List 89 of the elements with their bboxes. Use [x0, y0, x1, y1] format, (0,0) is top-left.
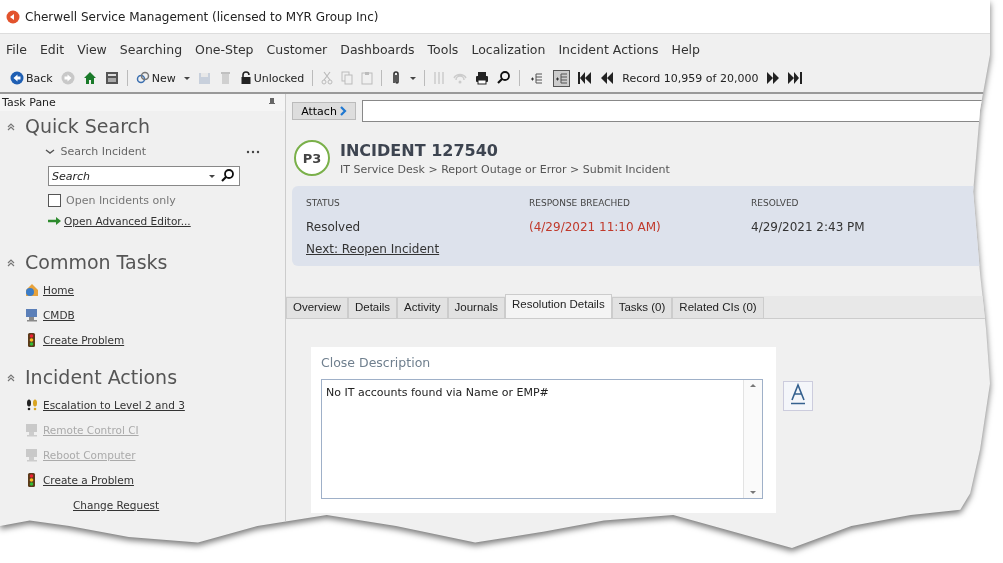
computer-icon	[25, 422, 39, 437]
text-value: No IT accounts found via Name or EMP#	[325, 385, 550, 401]
text-area[interactable]: No IT accounts found via Name or EMP#	[321, 379, 763, 499]
scroll-down-icon[interactable]	[750, 491, 756, 495]
scroll-up-icon[interactable]	[750, 383, 756, 387]
collapse-icon[interactable]	[7, 257, 15, 267]
field-value: Resolved	[306, 220, 362, 234]
letter-icon	[789, 383, 807, 405]
search-scope[interactable]: Search Incident	[45, 145, 147, 158]
checkbox-label: Open Incidents only	[66, 194, 176, 207]
menu-item[interactable]: Dashboards	[340, 41, 415, 57]
search-input[interactable]: Search	[49, 168, 209, 184]
checkbox[interactable]	[48, 194, 61, 207]
font-button[interactable]	[783, 381, 813, 411]
field-value: 4/29/2021 2:43 PM	[751, 220, 866, 234]
editor-link[interactable]: Open Advanced Editor...	[64, 215, 191, 227]
collapse-icon[interactable]	[7, 121, 15, 131]
chevron-icon	[339, 106, 347, 116]
tab[interactable]: Tasks (0)	[611, 297, 673, 318]
window-title: Cherwell Service Management (licensed to MYR Group Inc)	[25, 9, 379, 24]
task-link[interactable]: Escalation to Level 2 and 3	[43, 398, 185, 411]
search-icon[interactable]	[497, 71, 512, 85]
menu-item[interactable]: Localization	[471, 41, 546, 57]
new-icon	[135, 71, 150, 85]
incident-title: INCIDENT 127540	[340, 140, 499, 160]
task-link[interactable]: Create a Problem	[43, 473, 134, 486]
indent-icon	[555, 71, 569, 85]
home-icon[interactable]	[82, 71, 97, 85]
menu-item[interactable]: Help	[671, 41, 700, 57]
attach-button[interactable]: Attach	[292, 102, 356, 120]
tab[interactable]: Details	[347, 297, 398, 318]
field-label: Close Description	[321, 355, 432, 370]
chevron-icon	[45, 148, 55, 155]
menu-item[interactable]: Incident Actions	[558, 41, 659, 57]
field-label: RESOLVED	[751, 198, 800, 208]
menu-item[interactable]: Searching	[119, 41, 183, 57]
arrow-icon	[48, 217, 61, 225]
first-record-icon[interactable]	[578, 71, 593, 85]
search-field[interactable]: Search	[48, 166, 240, 186]
breadcrumb: IT Service Desk > Report Outage or Error > Submit Incident	[340, 162, 670, 176]
new-button[interactable]: New	[135, 71, 176, 85]
collapse-icon[interactable]	[7, 372, 15, 382]
record-counter: Record 10,959 of 20,000	[622, 71, 759, 85]
toggle-button[interactable]	[553, 69, 571, 87]
section-title[interactable]: Common Tasks	[25, 251, 168, 273]
printer-icon[interactable]	[475, 71, 490, 85]
scrollbar[interactable]	[743, 380, 762, 498]
pane-title: Task Pane	[2, 96, 56, 109]
footprints-icon	[25, 397, 39, 412]
grid-icon[interactable]	[104, 71, 119, 85]
logo-icon	[6, 9, 20, 24]
section-title[interactable]: Quick Search	[25, 115, 151, 137]
task-link[interactable]: Create Problem	[43, 333, 125, 346]
field-value: (4/29/2021 11:10 AM)	[529, 220, 662, 234]
tab[interactable]: Activity	[397, 297, 448, 318]
task-link[interactable]: Change Request	[73, 498, 160, 511]
lock-button[interactable]: Unlocked	[239, 71, 305, 85]
last-record-icon[interactable]	[788, 71, 803, 85]
next-record-icon[interactable]	[766, 71, 781, 85]
search-icon[interactable]	[221, 169, 235, 183]
computer-icon	[25, 307, 39, 322]
more-icon[interactable]	[246, 149, 260, 154]
task-link[interactable]: Home	[43, 283, 74, 296]
previous-record-icon[interactable]	[600, 71, 615, 85]
priority-badge: P3	[294, 140, 330, 176]
next-step-link[interactable]: Next: Reopen Incident	[306, 242, 440, 256]
back-icon	[10, 71, 24, 85]
caret-icon[interactable]	[410, 76, 417, 80]
section-title[interactable]: Incident Actions	[25, 366, 178, 388]
computer-icon	[25, 447, 39, 462]
menu-item[interactable]: Tools	[427, 41, 459, 57]
caret-icon[interactable]	[183, 76, 190, 80]
field-label: STATUS	[306, 198, 341, 208]
tab[interactable]: Journals	[447, 297, 505, 318]
menu-item[interactable]: One-Step	[195, 41, 254, 57]
house-icon	[25, 282, 39, 297]
tab[interactable]: Related CIs (0)	[672, 297, 764, 318]
menu-item[interactable]: File	[6, 41, 27, 57]
back-button[interactable]: Back	[10, 71, 53, 85]
tab[interactable]: Overview	[286, 297, 348, 318]
lock-icon	[239, 71, 252, 85]
menu-item[interactable]: Edit	[39, 41, 65, 57]
tab[interactable]: Resolution Details	[505, 294, 612, 318]
field-label: RESPONSE BREACHED	[529, 198, 631, 208]
task-link[interactable]: CMDB	[43, 308, 75, 321]
menu-item[interactable]: View	[77, 41, 107, 57]
indent-icon	[530, 71, 544, 85]
caret-icon[interactable]	[209, 174, 215, 178]
menu-item[interactable]: Customer	[266, 41, 328, 57]
